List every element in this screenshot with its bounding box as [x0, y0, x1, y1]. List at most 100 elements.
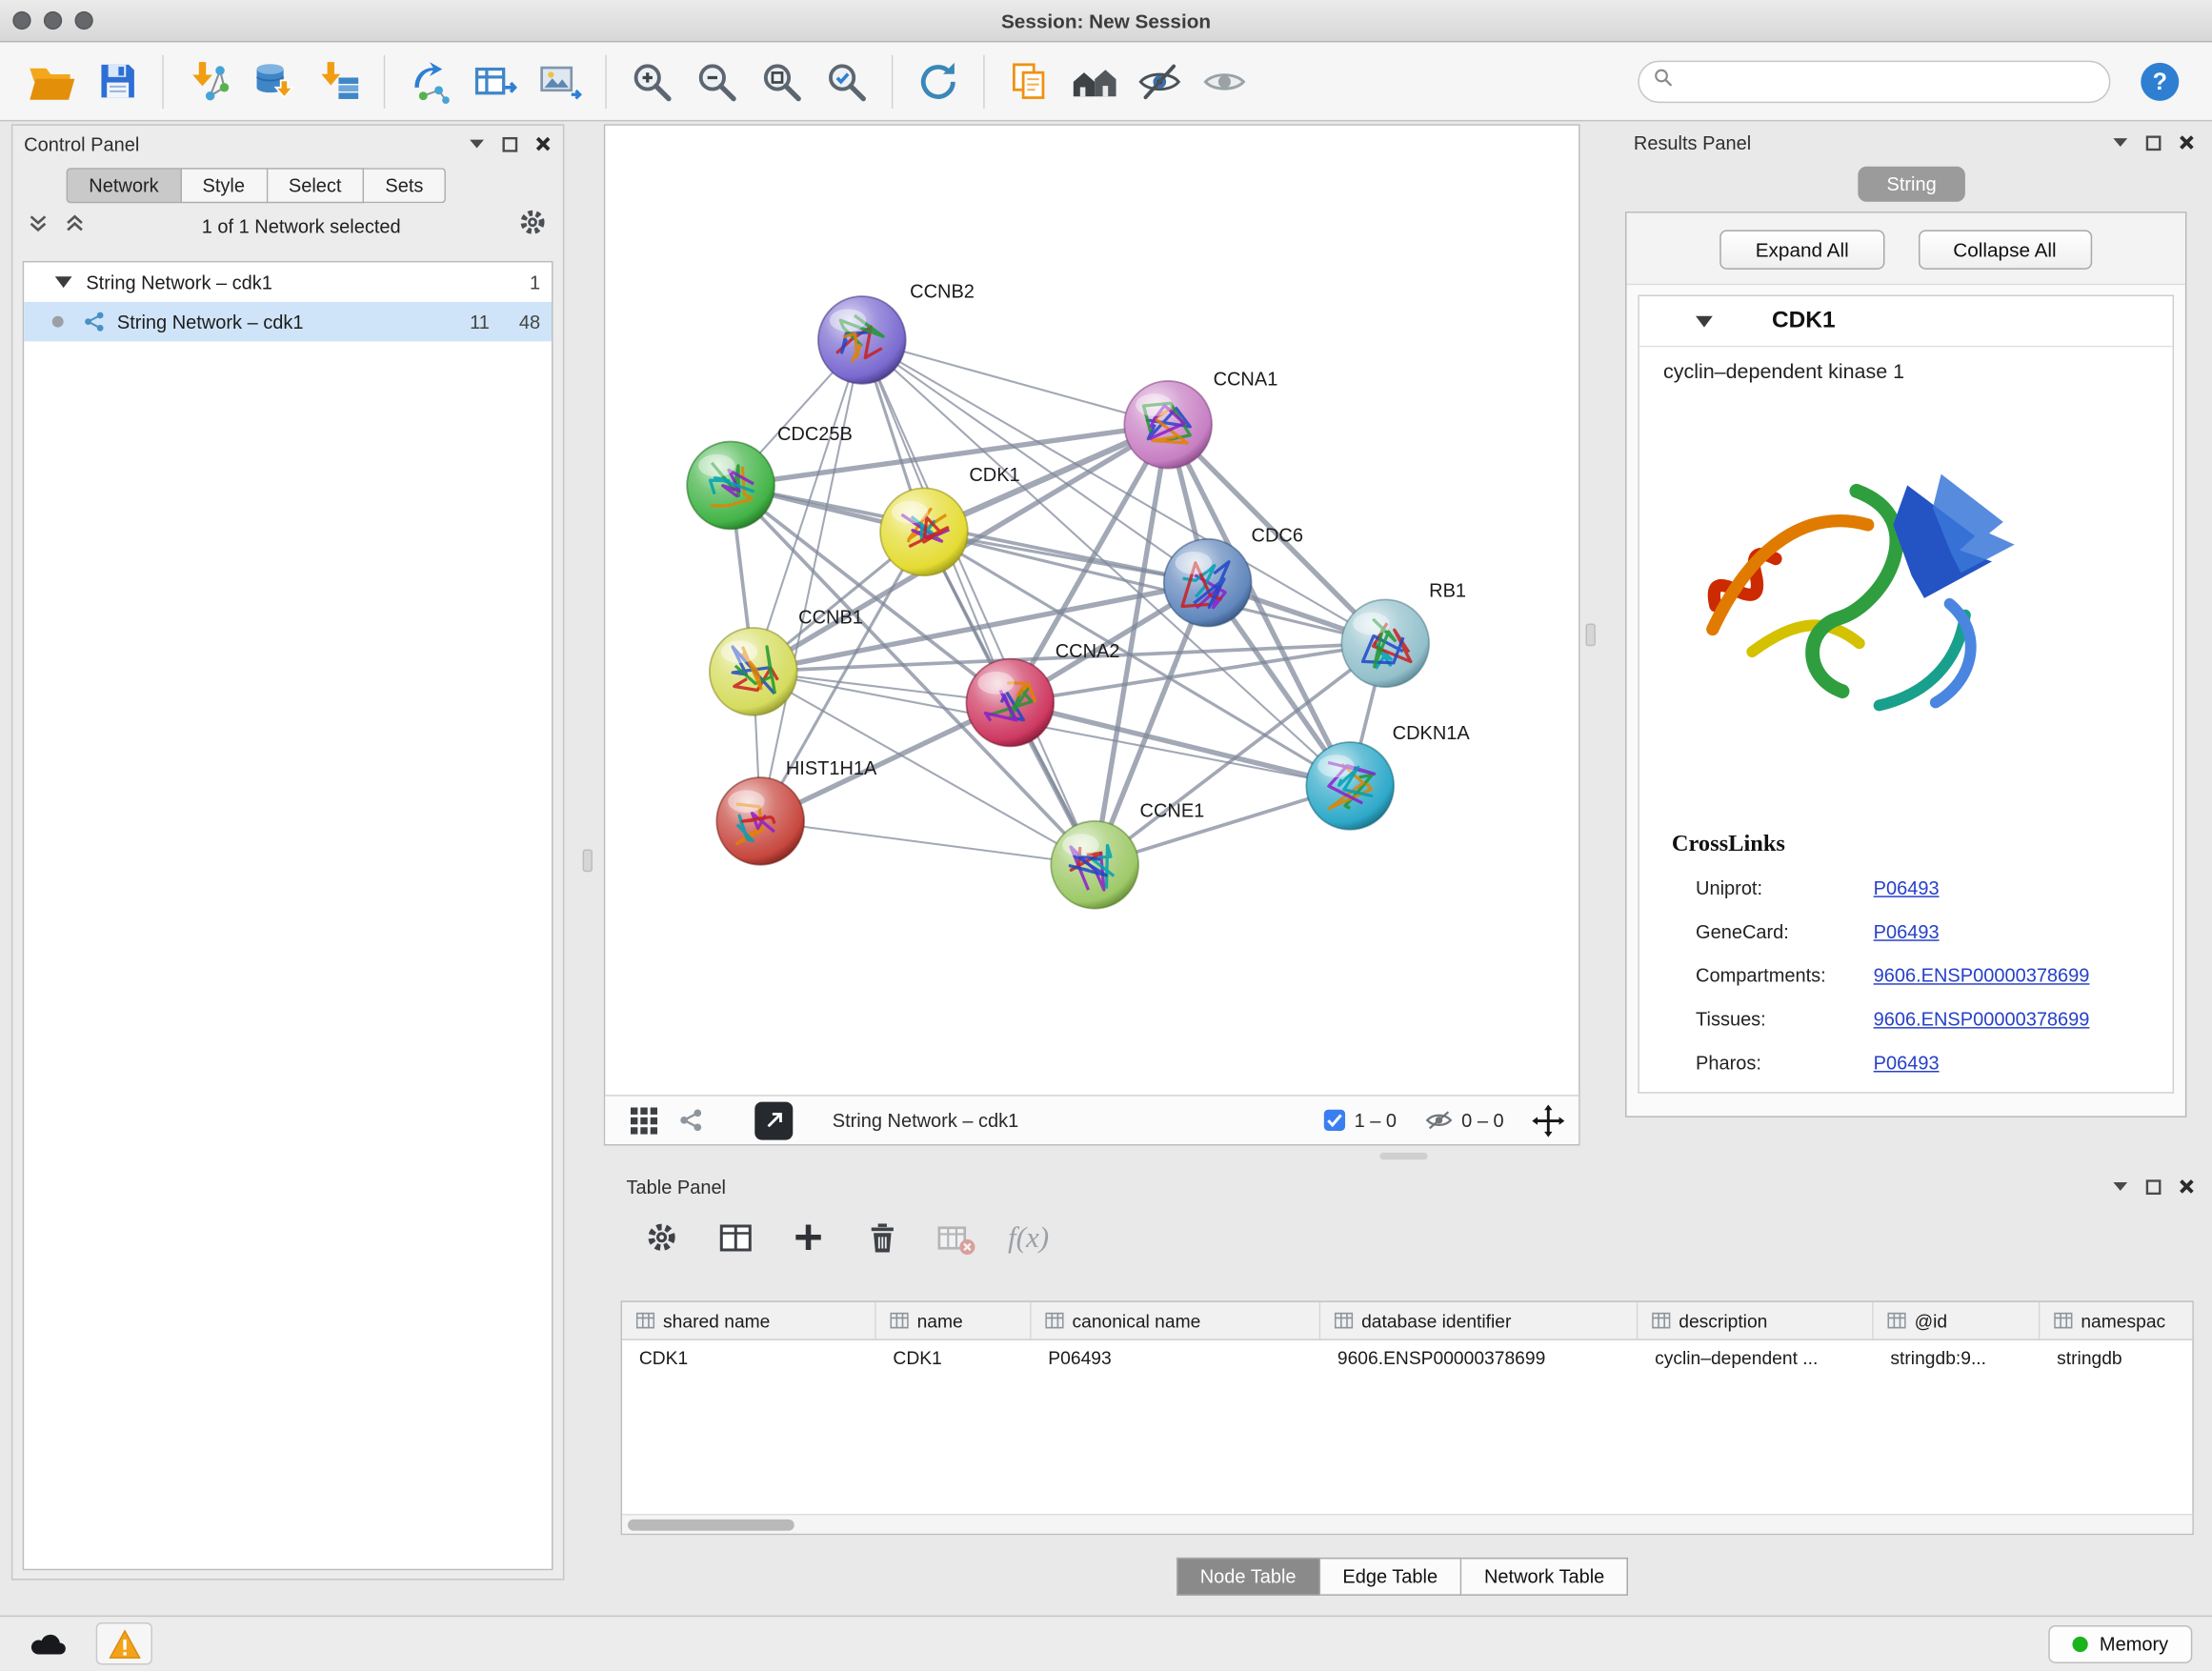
tab-sets[interactable]: Sets [364, 168, 446, 203]
expand-all-icon[interactable] [64, 211, 87, 240]
network-node-CCNB2[interactable] [818, 296, 906, 384]
crosslink-link[interactable]: P06493 [1874, 1053, 1940, 1074]
zoom-fit-button[interactable] [749, 49, 814, 113]
network-node-HIST1H1A[interactable] [716, 777, 804, 865]
function-builder-icon[interactable]: f(x) [1001, 1211, 1055, 1264]
column-header--id[interactable]: @id [1874, 1302, 2041, 1339]
panel-close-icon[interactable] [2179, 134, 2196, 151]
warning-icon[interactable] [96, 1622, 152, 1664]
network-node-CDK1[interactable] [880, 488, 968, 575]
tab-network[interactable]: Network [67, 168, 182, 203]
zoom-out-button[interactable] [684, 49, 749, 113]
tab-string[interactable]: String [1859, 167, 1964, 202]
table-cell[interactable]: CDK1 [876, 1340, 1032, 1379]
network-node-CDC6[interactable] [1164, 539, 1252, 627]
zoom-selected-button[interactable] [814, 49, 878, 113]
network-row-selected[interactable]: String Network – cdk1 11 48 [24, 302, 552, 341]
panel-collapse-icon[interactable] [2112, 1181, 2129, 1193]
panel-collapse-icon[interactable] [469, 138, 486, 150]
open-session-button[interactable] [20, 49, 85, 113]
column-header-database-identifier[interactable]: database identifier [1320, 1302, 1638, 1339]
collection-expand-icon[interactable] [55, 276, 72, 288]
gene-collapse-icon[interactable] [1696, 315, 1713, 327]
import-network-file-button[interactable] [176, 49, 241, 113]
help-button[interactable]: ? [2127, 49, 2192, 113]
title-bar[interactable]: Session: New Session [0, 0, 2212, 42]
column-header-namespac[interactable]: namespac [2040, 1302, 2193, 1339]
delete-column-trash-icon[interactable] [855, 1211, 908, 1264]
birdseye-view-button[interactable] [1062, 49, 1127, 113]
table-cell[interactable]: stringdb:9... [1874, 1340, 2041, 1379]
table-cell[interactable]: P06493 [1032, 1340, 1321, 1379]
show-columns-icon[interactable] [708, 1211, 761, 1264]
add-column-plus-icon[interactable] [781, 1211, 835, 1264]
export-image-button[interactable] [528, 49, 593, 113]
hide-selected-button[interactable] [1127, 49, 1192, 113]
column-header-shared-name[interactable]: shared name [622, 1302, 876, 1339]
save-session-button[interactable] [85, 49, 150, 113]
import-table-file-button[interactable] [306, 49, 371, 113]
network-from-selection-button[interactable] [398, 49, 463, 113]
grid-view-icon[interactable] [619, 1100, 667, 1139]
search-field[interactable] [1681, 70, 2095, 91]
network-node-CDKN1A[interactable] [1306, 742, 1394, 830]
apply-layout-button[interactable] [906, 49, 971, 113]
column-header-description[interactable]: description [1638, 1302, 1873, 1339]
column-header-name[interactable]: name [876, 1302, 1032, 1339]
collapse-all-icon[interactable] [27, 211, 50, 240]
tab-node-table[interactable]: Node Table [1176, 1558, 1320, 1596]
panel-float-icon[interactable] [502, 136, 517, 151]
panel-collapse-icon[interactable] [2112, 137, 2129, 149]
crosslink-link[interactable]: P06493 [1874, 877, 1940, 898]
table-cell[interactable]: stringdb [2040, 1340, 2193, 1379]
import-network-database-button[interactable] [241, 49, 306, 113]
crosslink-link[interactable]: P06493 [1874, 921, 1940, 942]
network-node-CCNA1[interactable] [1124, 381, 1212, 469]
new-table-button[interactable] [463, 49, 528, 113]
network-node-CCNB1[interactable] [710, 628, 797, 715]
hidden-eye-slash-icon[interactable] [1425, 1109, 1454, 1132]
panel-close-icon[interactable] [2179, 1178, 2196, 1196]
table-cell[interactable]: cyclin–dependent ... [1638, 1340, 1873, 1379]
tab-select[interactable]: Select [268, 168, 364, 203]
memory-button[interactable]: Memory [2049, 1624, 2193, 1662]
column-header-canonical-name[interactable]: canonical name [1032, 1302, 1321, 1339]
network-collection-row[interactable]: String Network – cdk1 1 [24, 262, 552, 301]
table-cell[interactable]: 9606.ENSP00000378699 [1320, 1340, 1638, 1379]
duplicate-network-button[interactable] [997, 49, 1062, 113]
panel-float-icon[interactable] [2145, 1178, 2161, 1194]
crosslink-link[interactable]: 9606.ENSP00000378699 [1874, 965, 2090, 986]
tab-style[interactable]: Style [181, 168, 267, 203]
expand-all-button[interactable]: Expand All [1720, 230, 1884, 269]
table-cell[interactable]: CDK1 [622, 1340, 876, 1379]
right-splitter-handle[interactable] [1586, 624, 1596, 647]
panel-float-icon[interactable] [2145, 134, 2161, 150]
network-canvas[interactable]: CCNB2CCNA1CDC25BCDK1CDC6RB1CCNB1CCNA2CDK… [605, 126, 1579, 1095]
clear-table-icon[interactable] [928, 1211, 981, 1264]
search-input[interactable] [1638, 60, 2110, 102]
collapse-all-button[interactable]: Collapse All [1918, 230, 2091, 269]
tab-network-table[interactable]: Network Table [1461, 1558, 1628, 1596]
network-node-CDC25B[interactable] [687, 442, 774, 530]
horizontal-splitter-handle[interactable] [1379, 1153, 1427, 1159]
cloud-icon[interactable] [20, 1622, 76, 1664]
tab-edge-table[interactable]: Edge Table [1320, 1558, 1462, 1596]
table-horizontal-scrollbar[interactable] [622, 1514, 2192, 1534]
network-node-CCNA2[interactable] [966, 659, 1054, 747]
show-all-button[interactable] [1192, 49, 1257, 113]
save-session-icon [95, 59, 139, 103]
selected-checkbox-icon[interactable] [1323, 1109, 1346, 1132]
network-options-gear-icon[interactable] [516, 206, 549, 245]
fit-content-crosshair-icon[interactable] [1532, 1104, 1564, 1137]
panel-close-icon[interactable] [534, 135, 552, 152]
scrollbar-thumb[interactable] [628, 1519, 794, 1530]
network-node-RB1[interactable] [1341, 599, 1429, 687]
zoom-in-button[interactable] [619, 49, 684, 113]
open-in-new-window-icon[interactable] [754, 1101, 793, 1139]
crosslink-link[interactable]: 9606.ENSP00000378699 [1874, 1009, 2090, 1030]
table-settings-gear-icon[interactable] [634, 1211, 688, 1264]
network-node-CCNE1[interactable] [1051, 821, 1138, 909]
table-row[interactable]: CDK1CDK1P064939606.ENSP00000378699cyclin… [622, 1340, 2192, 1379]
left-splitter-handle[interactable] [583, 850, 593, 873]
network-share-icon[interactable] [667, 1100, 714, 1139]
